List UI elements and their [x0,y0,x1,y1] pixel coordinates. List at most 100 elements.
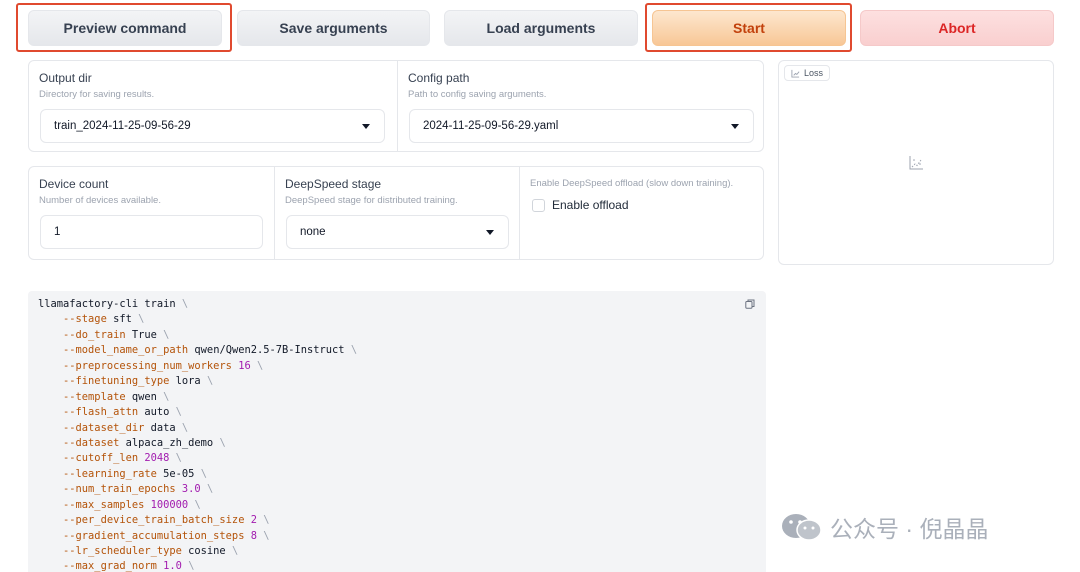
command-value: qwen/Qwen2.5-7B-Instruct [194,344,345,357]
line-continuation: \ [350,344,358,357]
start-button[interactable]: Start [652,10,846,46]
offload-info: Enable DeepSpeed offload (slow down trai… [530,178,734,189]
command-value: cosine [188,545,226,557]
device-deepspeed-panel: Device count Number of devices available… [28,166,764,260]
load-arguments-label: Load arguments [486,20,596,36]
command-flag: --num_train_epochs [63,483,176,496]
deepspeed-stage-block: DeepSpeed stage DeepSpeed stage for dist… [274,167,519,259]
command-value: 3.0 [181,483,201,496]
command-line: --max_grad_norm 1.0 \ [38,559,766,572]
abort-label: Abort [938,20,976,36]
command-value: 8 [250,529,257,542]
copy-icon[interactable] [745,299,755,309]
command-line: --template qwen \ [38,390,766,405]
command-flag: --template [63,390,126,403]
command-line: --max_samples 100000 \ [38,498,766,513]
command-line: --do_train True \ [38,328,766,343]
deepspeed-stage-value: none [300,226,326,238]
command-preview-codeblock: llamafactory-cli train \ --stage sft \ -… [28,291,766,572]
command-line: --dataset_dir data \ [38,421,766,436]
command-value: sft [113,313,132,326]
command-flag: --stage [63,313,107,326]
line-continuation: \ [188,560,195,572]
command-flag: --cutoff_len [63,452,139,465]
preview-command-label: Preview command [63,20,187,36]
command-flag: --do_train [63,328,126,341]
device-count-input[interactable]: 1 [40,215,263,249]
line-continuation: \ [219,436,226,449]
offload-block: Enable DeepSpeed offload (slow down trai… [519,167,765,259]
command-flag: --gradient_accumulation_steps [63,529,245,542]
device-count-block: Device count Number of devices available… [29,167,274,259]
config-path-dropdown[interactable]: 2024-11-25-09-56-29.yaml [409,109,754,143]
load-arguments-button[interactable]: Load arguments [444,10,638,46]
command-line: --num_train_epochs 3.0 \ [38,482,766,497]
command-text: llamafactory-cli train [38,298,176,310]
command-value: 1.0 [163,560,182,572]
deepspeed-stage-label: DeepSpeed stage [285,177,382,191]
preview-command-button[interactable]: Preview command [28,10,222,46]
command-line: --lr_scheduler_type cosine \ [38,544,766,559]
line-continuation: \ [181,421,189,434]
wechat-watermark: 公众号 · 倪晶晶 [780,510,988,544]
config-path-value: 2024-11-25-09-56-29.yaml [423,120,559,132]
command-flag: --model_name_or_path [63,344,189,357]
command-value: alpaca_zh_demo [125,436,214,449]
chevron-down-icon [362,124,370,129]
command-flag: --preprocessing_num_workers [63,359,232,372]
start-label: Start [733,20,765,36]
command-flag: --max_grad_norm [63,560,157,572]
empty-plot-icon [909,156,923,170]
command-value: data [150,421,176,434]
line-continuation: \ [194,498,201,511]
command-value: lora [175,375,201,388]
line-continuation: \ [206,375,214,388]
output-dir-info: Directory for saving results. [39,89,155,100]
enable-offload-label: Enable offload [552,198,629,212]
line-continuation: \ [206,483,214,496]
output-dir-dropdown[interactable]: train_2024-11-25-09-56-29 [40,109,385,143]
device-count-label: Device count [39,177,109,191]
output-dir-value: train_2024-11-25-09-56-29 [54,120,191,132]
command-line: --finetuning_type lora \ [38,374,766,389]
save-arguments-button[interactable]: Save arguments [237,10,430,46]
command-line: --gradient_accumulation_steps 8 \ [38,529,766,544]
command-line: --dataset alpaca_zh_demo \ [38,436,766,451]
command-value: 2048 [144,452,170,465]
command-flag: --lr_scheduler_type [63,545,182,557]
line-continuation: \ [231,545,239,557]
command-value: 5e-05 [163,467,195,480]
line-continuation: \ [163,328,170,341]
command-value: qwen [131,390,157,403]
config-path-label: Config path [408,71,470,85]
loss-tag-label: Loss [804,68,824,78]
command-flag: --finetuning_type [63,375,170,388]
line-continuation: \ [181,298,189,310]
command-line: --stage sft \ [38,312,766,327]
deepspeed-stage-dropdown[interactable]: none [286,215,509,249]
loss-tag: Loss [784,65,831,81]
command-value: True [131,328,157,341]
line-continuation: \ [263,514,270,527]
chevron-down-icon [731,124,739,129]
wechat-icon [782,514,822,541]
config-path-block: Config path Path to config saving argume… [397,61,765,151]
enable-offload-checkbox[interactable] [532,199,545,212]
command-value: auto [144,406,170,419]
deepspeed-stage-info: DeepSpeed stage for distributed training… [285,195,458,206]
abort-button[interactable]: Abort [860,10,1054,46]
command-line: --flash_attn auto \ [38,405,766,420]
command-flag: --max_samples [63,498,145,511]
device-count-info: Number of devices available. [39,195,161,206]
save-arguments-label: Save arguments [279,20,388,36]
line-continuation: \ [138,313,145,326]
command-flag: --per_device_train_batch_size [63,514,245,527]
command-line: --learning_rate 5e-05 \ [38,467,766,482]
loss-plot-panel: Loss [778,60,1054,265]
command-flag: --flash_attn [63,406,139,419]
command-line: llamafactory-cli train \ [38,297,766,312]
command-line: --preprocessing_num_workers 16 \ [38,359,766,374]
line-continuation: \ [200,467,207,480]
line-continuation: \ [256,359,264,372]
command-value: 2 [250,514,257,527]
